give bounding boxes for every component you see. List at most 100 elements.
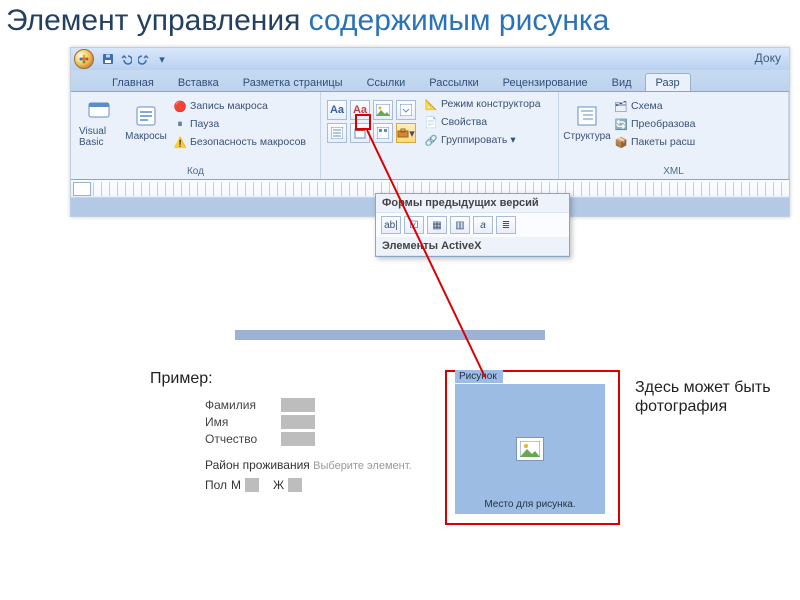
group-controls-label: Группировать bbox=[441, 134, 507, 146]
titlebar: ▾ Доку bbox=[71, 48, 789, 70]
tab-home[interactable]: Главная bbox=[101, 73, 165, 91]
tab-mailings[interactable]: Рассылки bbox=[418, 73, 489, 91]
name-label: Имя bbox=[205, 415, 275, 429]
legacy-checkbox-button[interactable]: ☑ bbox=[404, 216, 424, 234]
gender-m-label: М bbox=[231, 478, 241, 492]
tab-developer[interactable]: Разр bbox=[645, 73, 691, 91]
group-icon: 🔗 bbox=[424, 133, 438, 147]
name-input-placeholder[interactable] bbox=[281, 415, 315, 429]
toolbox-icon bbox=[397, 127, 409, 139]
schema-icon: 🗂 bbox=[614, 99, 628, 113]
group-xml-label: XML bbox=[565, 166, 782, 179]
transform-icon: 🔄 bbox=[614, 117, 628, 131]
picture-control-button[interactable] bbox=[373, 100, 393, 120]
building-block-control-button[interactable] bbox=[373, 123, 393, 143]
dropdown-list-control-button[interactable] bbox=[327, 123, 347, 143]
visual-basic-button[interactable]: Visual Basic bbox=[77, 96, 121, 150]
surname-input-placeholder[interactable] bbox=[281, 398, 315, 412]
tab-review[interactable]: Рецензирование bbox=[492, 73, 599, 91]
group-controls-button[interactable]: 🔗Группировать ▾ bbox=[422, 132, 543, 148]
combobox-icon bbox=[400, 104, 412, 116]
office-button[interactable] bbox=[74, 49, 94, 69]
dropdown-icon bbox=[331, 127, 343, 139]
patronymic-input-placeholder[interactable] bbox=[281, 432, 315, 446]
properties-button[interactable]: 📄Свойства bbox=[422, 114, 543, 130]
slide-title: Элемент управления содержимым рисунка bbox=[0, 0, 800, 47]
picture-placeholder-text: Место для рисунка. bbox=[455, 499, 605, 510]
legacy-shading-button[interactable]: a bbox=[473, 216, 493, 234]
rich-text-control-button[interactable]: Aa bbox=[327, 100, 347, 120]
macro-security-button[interactable]: ⚠️Безопасность макросов bbox=[171, 134, 308, 150]
popup-legacy-row: ab| ☑ ▦ ▥ a ≣ bbox=[376, 213, 569, 237]
schema-label: Схема bbox=[631, 100, 663, 112]
combo-box-control-button[interactable] bbox=[396, 100, 416, 120]
ruler-corner[interactable] bbox=[73, 182, 91, 196]
redo-icon[interactable] bbox=[137, 52, 151, 66]
red-highlight-marker bbox=[355, 114, 371, 130]
expansion-packs-button[interactable]: 📦Пакеты расш bbox=[612, 134, 697, 150]
image-icon bbox=[520, 441, 540, 457]
legacy-dropdown-button[interactable]: ▦ bbox=[427, 216, 447, 234]
structure-label: Структура bbox=[563, 131, 610, 142]
record-macro-button[interactable]: 🔴Запись макроса bbox=[171, 98, 308, 114]
record-icon: 🔴 bbox=[173, 99, 187, 113]
word-window: ▾ Доку Главная Вставка Разметка страницы… bbox=[70, 47, 790, 217]
macros-icon bbox=[133, 103, 159, 129]
ribbon-tabs: Главная Вставка Разметка страницы Ссылки… bbox=[71, 70, 789, 92]
legacy-tools-popup: Формы предыдущих версий ab| ☑ ▦ ▥ a ≣ Эл… bbox=[375, 193, 570, 257]
save-icon[interactable] bbox=[101, 52, 115, 66]
design-mode-label: Режим конструктора bbox=[441, 98, 541, 110]
legacy-frame-button[interactable]: ▥ bbox=[450, 216, 470, 234]
tab-layout[interactable]: Разметка страницы bbox=[232, 73, 354, 91]
structure-button[interactable]: Структура bbox=[565, 101, 609, 144]
picture-control-tab[interactable]: Рисунок bbox=[455, 370, 503, 383]
macro-security-label: Безопасность макросов bbox=[190, 136, 306, 148]
quick-access-toolbar: ▾ bbox=[101, 52, 169, 66]
group-xml: Структура 🗂Схема 🔄Преобразова 📦Пакеты ра… bbox=[559, 92, 789, 179]
picture-control-body[interactable]: Место для рисунка. bbox=[455, 384, 605, 514]
group-code-label: Код bbox=[77, 166, 314, 179]
tab-insert[interactable]: Вставка bbox=[167, 73, 230, 91]
macros-button[interactable]: Макросы bbox=[124, 101, 168, 144]
pause-recording-label: Пауза bbox=[190, 118, 219, 130]
properties-label: Свойства bbox=[441, 116, 487, 128]
ribbon: Visual Basic Макросы 🔴Запись макроса ⏸Па… bbox=[71, 92, 789, 180]
popup-section-activex: Элементы ActiveX bbox=[376, 237, 569, 256]
gender-m-box[interactable] bbox=[245, 478, 259, 492]
district-hint[interactable]: Выберите элемент. bbox=[313, 460, 411, 472]
surname-label: Фамилия bbox=[205, 398, 275, 412]
undo-icon[interactable] bbox=[119, 52, 133, 66]
group-controls: Aa Aa ▾ 📐Режим конструктора 📄Свойства bbox=[321, 92, 559, 179]
patronymic-label: Отчество bbox=[205, 432, 275, 446]
gender-f-box[interactable] bbox=[288, 478, 302, 492]
transform-button[interactable]: 🔄Преобразова bbox=[612, 116, 697, 132]
expansion-packs-label: Пакеты расш bbox=[631, 136, 695, 148]
group-controls-label-area bbox=[327, 166, 552, 179]
group-code: Visual Basic Макросы 🔴Запись макроса ⏸Па… bbox=[71, 92, 321, 179]
tab-view[interactable]: Вид bbox=[601, 73, 643, 91]
insert-picture-button[interactable] bbox=[516, 437, 544, 461]
pack-icon: 📦 bbox=[614, 135, 628, 149]
design-mode-button[interactable]: 📐Режим конструктора bbox=[422, 96, 543, 112]
picture-control-frame: Рисунок Место для рисунка. bbox=[445, 370, 620, 525]
visual-basic-icon bbox=[86, 98, 112, 124]
properties-icon: 📄 bbox=[424, 115, 438, 129]
side-note-text: Здесь может быть фотография bbox=[635, 378, 785, 416]
legacy-reset-button[interactable]: ≣ bbox=[496, 216, 516, 234]
legacy-textfield-button[interactable]: ab| bbox=[381, 216, 401, 234]
legacy-tools-button[interactable]: ▾ bbox=[396, 123, 416, 143]
slide-title-highlight: содержимым рисунка bbox=[309, 4, 610, 37]
structure-icon bbox=[574, 103, 600, 129]
visual-basic-label: Visual Basic bbox=[79, 126, 119, 148]
decorative-strip bbox=[235, 330, 545, 340]
window-doc-title: Доку bbox=[755, 51, 781, 65]
popup-section-legacy-forms: Формы предыдущих версий bbox=[376, 194, 569, 213]
picture-icon bbox=[376, 104, 390, 116]
qat-dropdown-icon[interactable]: ▾ bbox=[155, 52, 169, 66]
pause-icon: ⏸ bbox=[173, 117, 187, 131]
pause-recording-button[interactable]: ⏸Пауза bbox=[171, 116, 308, 132]
tab-references[interactable]: Ссылки bbox=[356, 73, 417, 91]
schema-button[interactable]: 🗂Схема bbox=[612, 98, 697, 114]
warning-icon: ⚠️ bbox=[173, 135, 187, 149]
slide-title-plain: Элемент управления bbox=[6, 4, 309, 37]
